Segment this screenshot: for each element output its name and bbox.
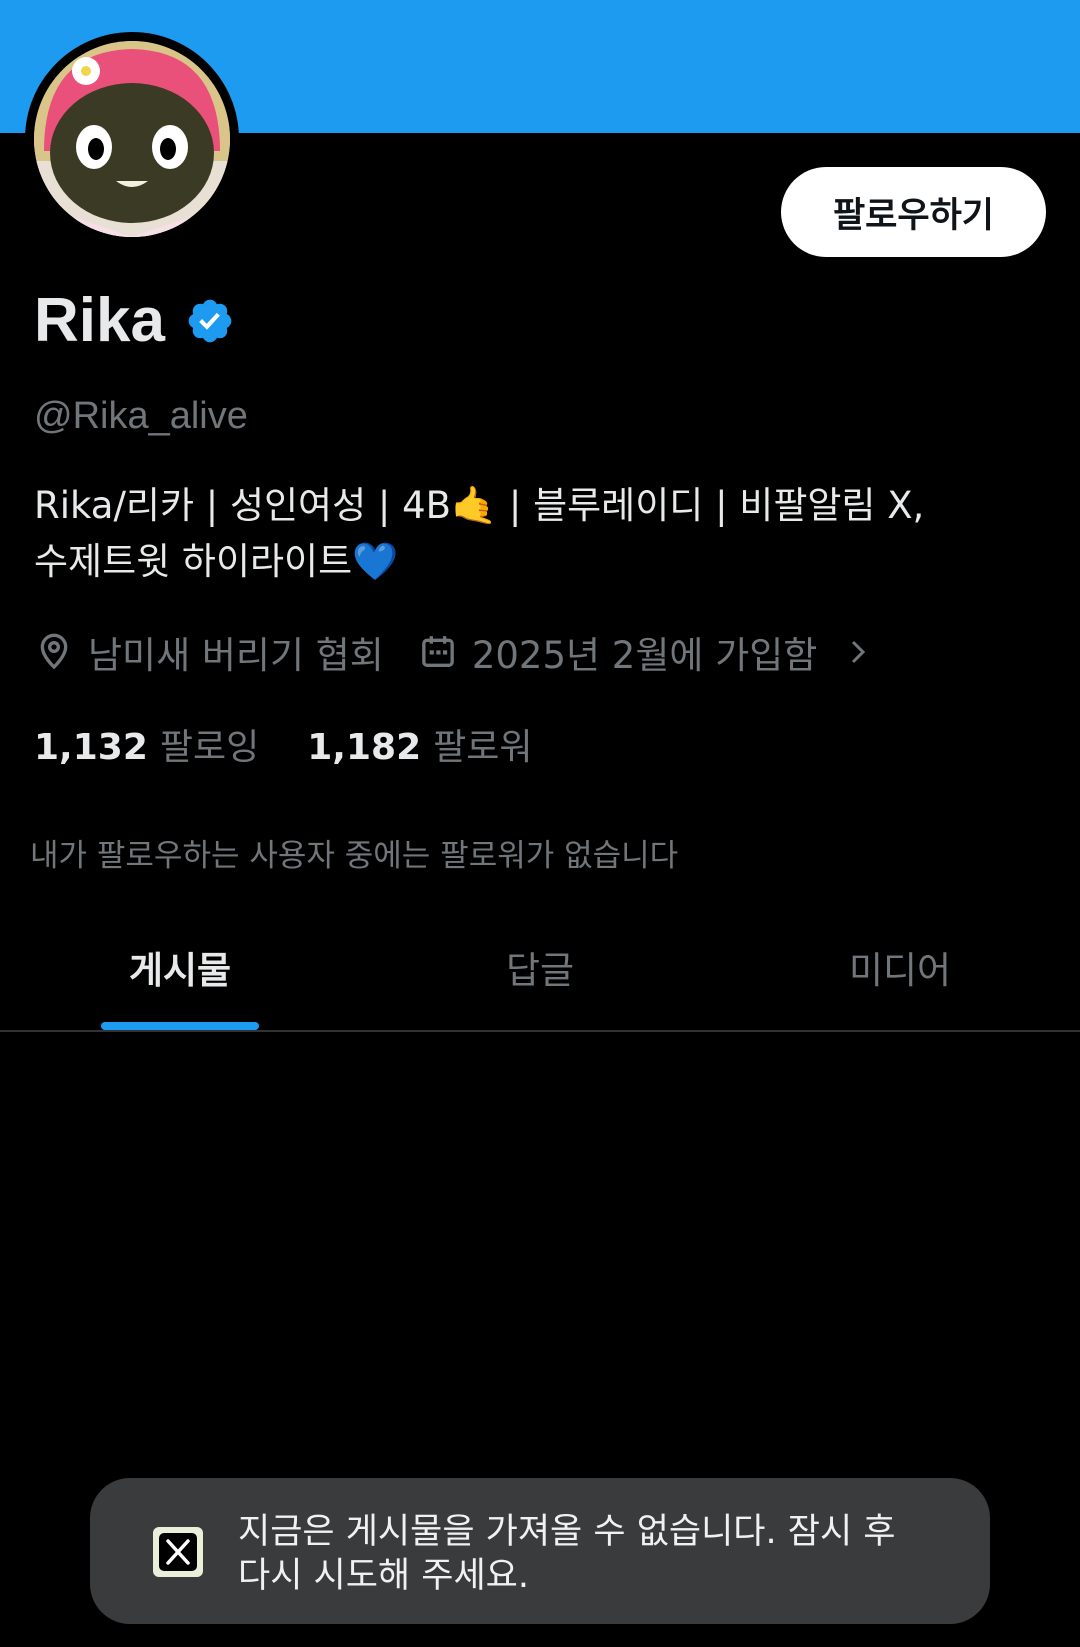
location-pin-icon — [40, 633, 68, 670]
toast-message: 지금은 게시물을 가져올 수 없습니다. 잠시 후 다시 시도해 주세요. — [238, 1510, 938, 1598]
follow-stats: 1,132 팔로잉 1,182 팔로워 — [34, 718, 533, 770]
followed-by-note: 내가 팔로우하는 사용자 중에는 팔로워가 없습니다 — [30, 838, 679, 874]
display-name: Rika — [34, 286, 165, 355]
calendar-icon — [422, 636, 454, 667]
bio-line: 수제트윗 하이라이트💙 — [34, 540, 399, 583]
tab-posts[interactable]: 게시물 — [0, 912, 360, 1030]
following-link[interactable]: 1,132 팔로잉 — [34, 718, 259, 770]
profile-bio: Rika/리카 | 성인여성 | 4B🤙 | 블루레이디 | 비팔알림 X, 수… — [34, 478, 1034, 590]
tab-label: 미디어 — [848, 949, 952, 992]
tab-label: 답글 — [505, 949, 575, 992]
bio-line: Rika/리카 | 성인여성 | 4B🤙 | 블루레이디 | 비팔알림 X, — [34, 484, 925, 527]
followers-label: 팔로워 — [433, 727, 533, 768]
x-logo-icon — [153, 1527, 203, 1577]
location-text: 남미새 버리기 협회 — [88, 634, 384, 677]
following-label: 팔로잉 — [159, 727, 260, 768]
followers-link[interactable]: 1,182 팔로워 — [307, 718, 532, 770]
tab-label: 게시물 — [128, 949, 232, 992]
user-handle: @Rika_alive — [34, 395, 248, 437]
active-tab-indicator — [101, 1022, 259, 1030]
join-date-text: 2025년 2월에 가입함 — [471, 634, 818, 677]
error-toast: 지금은 게시물을 가져올 수 없습니다. 잠시 후 다시 시도해 주세요. — [90, 1478, 990, 1624]
follow-button[interactable]: 팔로우하기 — [781, 167, 1046, 257]
profile-meta: 남미새 버리기 협회 2025년 2월에 가입함 — [34, 625, 873, 679]
avatar[interactable] — [25, 32, 239, 246]
tab-media[interactable]: 미디어 — [720, 912, 1080, 1022]
verified-badge-icon[interactable] — [185, 296, 235, 346]
following-count: 1,132 — [34, 727, 148, 768]
followers-count: 1,182 — [307, 727, 422, 768]
toast-line: 지금은 게시물을 가져올 수 없습니다. 잠시 후 — [238, 1512, 896, 1552]
chevron-right-icon[interactable] — [843, 634, 873, 670]
profile-tabs: 게시물 답글 미디어 — [0, 912, 1080, 1032]
toast-line: 다시 시도해 주세요. — [238, 1556, 529, 1596]
tab-replies[interactable]: 답글 — [360, 912, 720, 1022]
name-row: Rika — [34, 290, 235, 352]
avatar-image — [34, 41, 230, 237]
